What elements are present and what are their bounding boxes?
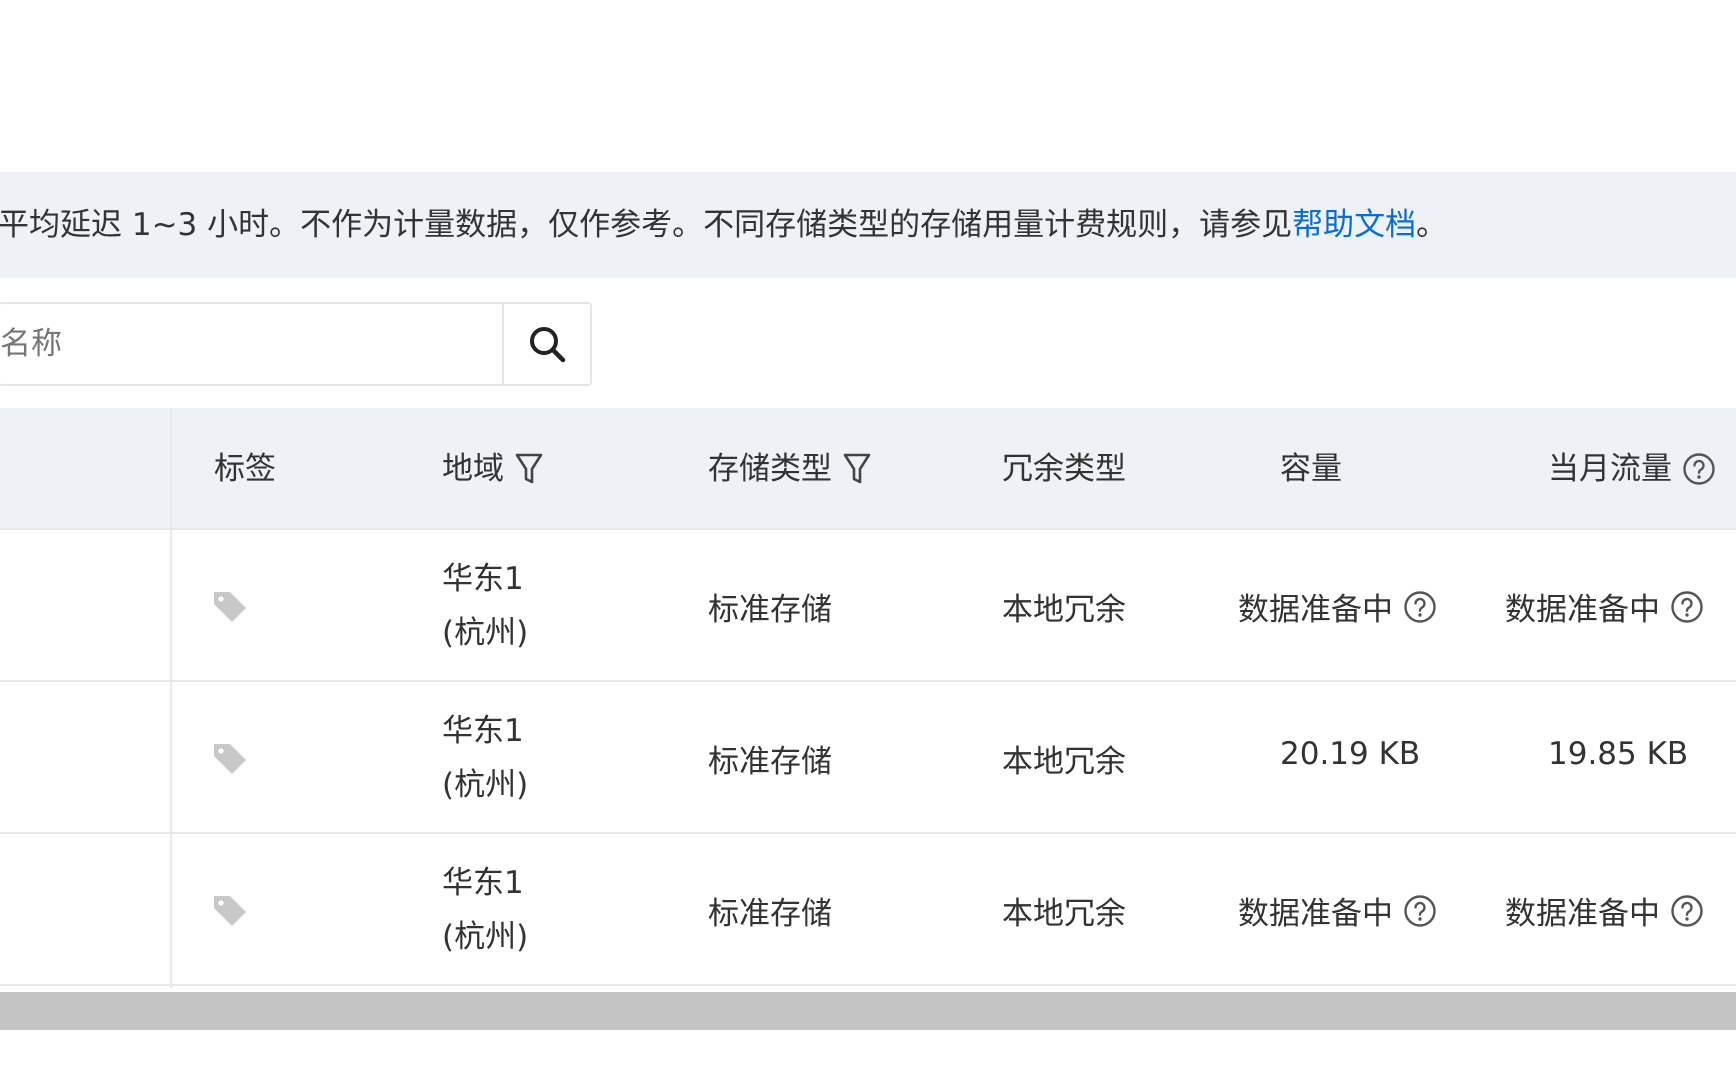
info-notice: 平均延迟 1~3 小时。不作为计量数据，仅作参考。不同存储类型的存储用量计费规则…	[0, 172, 1736, 278]
header-region: 地域	[442, 408, 544, 530]
capacity-help-icon[interactable]	[1403, 894, 1437, 928]
search-input[interactable]	[0, 304, 502, 384]
redundancy-cell: 本地冗余	[1002, 592, 1126, 628]
capacity-help-icon[interactable]	[1403, 590, 1437, 624]
region-cell: 华东1 (杭州)	[442, 561, 529, 651]
table-header: 标签 地域 存储类型 冗余类型 容量 当月流量	[0, 408, 1736, 530]
traffic-cell: 数据准备中	[1505, 584, 1704, 629]
redundancy-cell: 本地冗余	[1002, 744, 1126, 780]
header-capacity: 容量	[1280, 451, 1342, 487]
capacity-cell: 数据准备中	[1238, 888, 1437, 933]
storage-type-cell: 标准存储	[708, 896, 832, 932]
page: 平均延迟 1~3 小时。不作为计量数据，仅作参考。不同存储类型的存储用量计费规则…	[0, 0, 1736, 1072]
storage-type-cell: 标准存储	[708, 592, 832, 628]
notice-suffix: 。	[1416, 207, 1448, 243]
header-storage-type: 存储类型	[708, 408, 872, 530]
traffic-cell-help-icon[interactable]	[1670, 590, 1704, 624]
traffic-cell: 数据准备中	[1505, 888, 1704, 933]
traffic-cell: 19.85 KB	[1548, 736, 1689, 772]
header-monthly-traffic: 当月流量	[1548, 408, 1716, 530]
horizontal-scrollbar[interactable]	[0, 992, 1736, 1030]
bucket-table: 标签 地域 存储类型 冗余类型 容量 当月流量 华东1 (杭州) 标准存储 本地…	[0, 408, 1736, 988]
traffic-help-icon[interactable]	[1682, 452, 1716, 486]
search-box	[0, 302, 592, 386]
column-divider	[170, 408, 172, 988]
search-icon	[530, 327, 566, 363]
search-button[interactable]	[502, 304, 590, 384]
capacity-cell: 数据准备中	[1238, 584, 1437, 629]
region-filter-icon[interactable]	[514, 452, 544, 486]
storage-type-filter-icon[interactable]	[842, 452, 872, 486]
table-row: 华东1 (杭州) 标准存储 本地冗余 20.19 KB 19.85 KB	[0, 682, 1736, 834]
traffic-cell-help-icon[interactable]	[1670, 894, 1704, 928]
storage-type-cell: 标准存储	[708, 744, 832, 780]
header-redundancy: 冗余类型	[1002, 451, 1126, 487]
table-row: 华东1 (杭州) 标准存储 本地冗余 数据准备中 数据准备中	[0, 834, 1736, 986]
tag-icon[interactable]	[212, 892, 248, 928]
header-tag: 标签	[214, 451, 276, 487]
table-row: 华东1 (杭州) 标准存储 本地冗余 数据准备中 数据准备中	[0, 530, 1736, 682]
region-cell: 华东1 (杭州)	[442, 865, 529, 955]
help-doc-link[interactable]: 帮助文档	[1292, 207, 1416, 243]
capacity-cell: 20.19 KB	[1280, 736, 1421, 772]
region-cell: 华东1 (杭州)	[442, 713, 529, 803]
redundancy-cell: 本地冗余	[1002, 896, 1126, 932]
tag-icon[interactable]	[212, 588, 248, 624]
tag-icon[interactable]	[212, 740, 248, 776]
notice-text: 平均延迟 1~3 小时。不作为计量数据，仅作参考。不同存储类型的存储用量计费规则…	[0, 207, 1293, 243]
